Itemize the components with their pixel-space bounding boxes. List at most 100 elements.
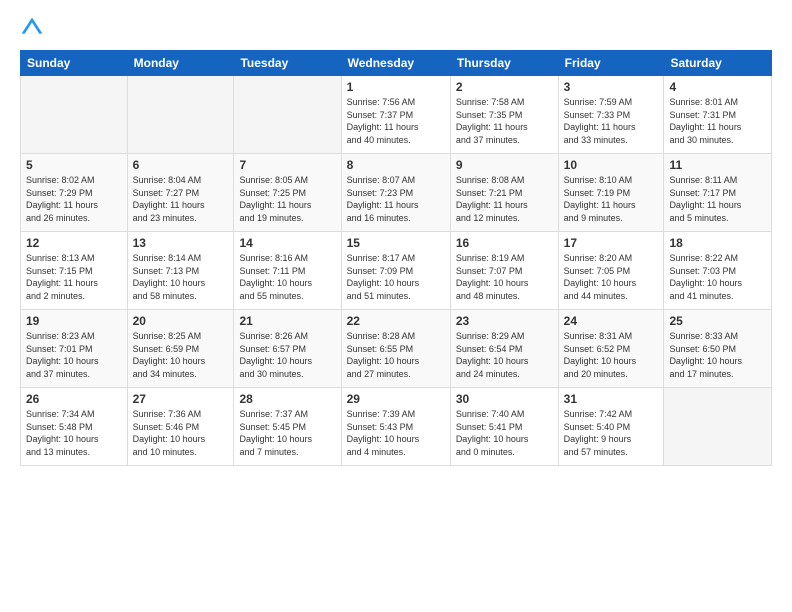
day-cell: 21Sunrise: 8:26 AM Sunset: 6:57 PM Dayli… [234, 310, 341, 388]
day-number: 12 [26, 236, 122, 250]
day-cell: 27 Sunrise: 7:36 AM Sunset: 5:46 PM Dayli… [127, 388, 234, 466]
logo [20, 16, 48, 40]
day-cell: 10Sunrise: 8:10 AM Sunset: 7:19 PM Dayli… [558, 154, 664, 232]
day-cell [234, 76, 341, 154]
day-info: Sunrise: 8:25 AM Sunset: 6:59 PM Dayligh… [133, 330, 229, 380]
day-cell: 31 Sunrise: 7:42 AM Sunset: 5:40 PM Dayli… [558, 388, 664, 466]
day-number: 7 [239, 158, 335, 172]
day-cell: 1 Sunrise: 7:56 AM Sunset: 7:37 PM Daylig… [341, 76, 450, 154]
day-cell: 19 Sunrise: 8:23 AM Sunset: 7:01 PM Dayli… [21, 310, 128, 388]
day-number: 17 [564, 236, 659, 250]
day-info: Sunrise: 7:39 AM Sunset: 5:43 PM Dayligh… [347, 408, 445, 458]
day-number: 20 [133, 314, 229, 328]
day-info: Sunrise: 8:16 AM Sunset: 7:11 PM Dayligh… [239, 252, 335, 302]
week-row-1: 1 Sunrise: 7:56 AM Sunset: 7:37 PM Daylig… [21, 76, 772, 154]
week-row-4: 19 Sunrise: 8:23 AM Sunset: 7:01 PM Dayli… [21, 310, 772, 388]
day-info: Sunrise: 8:22 AM Sunset: 7:03 PM Dayligh… [669, 252, 766, 302]
day-cell: 30 Sunrise: 7:40 AM Sunset: 5:41 PM Dayli… [450, 388, 558, 466]
day-info: Sunrise: 8:19 AM Sunset: 7:07 PM Dayligh… [456, 252, 553, 302]
day-cell: 25 Sunrise: 8:33 AM Sunset: 6:50 PM Dayli… [664, 310, 772, 388]
day-cell: 18 Sunrise: 8:22 AM Sunset: 7:03 PM Dayli… [664, 232, 772, 310]
day-cell: 29 Sunrise: 7:39 AM Sunset: 5:43 PM Dayli… [341, 388, 450, 466]
day-cell: 15 Sunrise: 8:17 AM Sunset: 7:09 PM Dayli… [341, 232, 450, 310]
week-row-2: 5 Sunrise: 8:02 AM Sunset: 7:29 PM Daylig… [21, 154, 772, 232]
day-number: 16 [456, 236, 553, 250]
day-info: Sunrise: 8:05 AM Sunset: 7:25 PM Dayligh… [239, 174, 335, 224]
day-cell: 14 Sunrise: 8:16 AM Sunset: 7:11 PM Dayli… [234, 232, 341, 310]
day-number: 9 [456, 158, 553, 172]
day-cell: 4 Sunrise: 8:01 AM Sunset: 7:31 PM Daylig… [664, 76, 772, 154]
day-info: Sunrise: 8:10 AM Sunset: 7:19 PM Dayligh… [564, 174, 659, 224]
day-cell: 8 Sunrise: 8:07 AM Sunset: 7:23 PM Daylig… [341, 154, 450, 232]
day-info: Sunrise: 8:01 AM Sunset: 7:31 PM Dayligh… [669, 96, 766, 146]
day-info: Sunrise: 8:14 AM Sunset: 7:13 PM Dayligh… [133, 252, 229, 302]
week-row-5: 26 Sunrise: 7:34 AM Sunset: 5:48 PM Dayli… [21, 388, 772, 466]
day-number: 31 [564, 392, 659, 406]
day-cell: 23 Sunrise: 8:29 AM Sunset: 6:54 PM Dayli… [450, 310, 558, 388]
day-number: 25 [669, 314, 766, 328]
day-info: Sunrise: 7:37 AM Sunset: 5:45 PM Dayligh… [239, 408, 335, 458]
day-info: Sunrise: 7:40 AM Sunset: 5:41 PM Dayligh… [456, 408, 553, 458]
day-cell [664, 388, 772, 466]
header-day-saturday: Saturday [664, 51, 772, 76]
day-number: 27 [133, 392, 229, 406]
day-cell: 20 Sunrise: 8:25 AM Sunset: 6:59 PM Dayli… [127, 310, 234, 388]
day-info: Sunrise: 8:28 AM Sunset: 6:55 PM Dayligh… [347, 330, 445, 380]
day-number: 29 [347, 392, 445, 406]
day-number: 23 [456, 314, 553, 328]
day-info: Sunrise: 7:36 AM Sunset: 5:46 PM Dayligh… [133, 408, 229, 458]
day-cell: 17 Sunrise: 8:20 AM Sunset: 7:05 PM Dayli… [558, 232, 664, 310]
day-number: 4 [669, 80, 766, 94]
day-cell: 2Sunrise: 7:58 AM Sunset: 7:35 PM Daylig… [450, 76, 558, 154]
day-info: Sunrise: 8:11 AM Sunset: 7:17 PM Dayligh… [669, 174, 766, 224]
day-number: 2 [456, 80, 553, 94]
header-day-thursday: Thursday [450, 51, 558, 76]
day-number: 1 [347, 80, 445, 94]
day-number: 26 [26, 392, 122, 406]
logo-icon [20, 16, 44, 40]
day-cell: 11 Sunrise: 8:11 AM Sunset: 7:17 PM Dayli… [664, 154, 772, 232]
day-cell: 28 Sunrise: 7:37 AM Sunset: 5:45 PM Dayli… [234, 388, 341, 466]
header-day-monday: Monday [127, 51, 234, 76]
day-info: Sunrise: 7:56 AM Sunset: 7:37 PM Dayligh… [347, 96, 445, 146]
day-number: 5 [26, 158, 122, 172]
day-cell: 3Sunrise: 7:59 AM Sunset: 7:33 PM Daylig… [558, 76, 664, 154]
day-number: 11 [669, 158, 766, 172]
day-info: Sunrise: 8:07 AM Sunset: 7:23 PM Dayligh… [347, 174, 445, 224]
calendar-table: SundayMondayTuesdayWednesdayThursdayFrid… [20, 50, 772, 466]
header-day-wednesday: Wednesday [341, 51, 450, 76]
day-info: Sunrise: 8:04 AM Sunset: 7:27 PM Dayligh… [133, 174, 229, 224]
day-info: Sunrise: 8:02 AM Sunset: 7:29 PM Dayligh… [26, 174, 122, 224]
day-cell: 13 Sunrise: 8:14 AM Sunset: 7:13 PM Dayli… [127, 232, 234, 310]
header-day-tuesday: Tuesday [234, 51, 341, 76]
day-cell: 7 Sunrise: 8:05 AM Sunset: 7:25 PM Daylig… [234, 154, 341, 232]
day-info: Sunrise: 8:20 AM Sunset: 7:05 PM Dayligh… [564, 252, 659, 302]
day-number: 15 [347, 236, 445, 250]
day-info: Sunrise: 7:34 AM Sunset: 5:48 PM Dayligh… [26, 408, 122, 458]
day-cell: 9Sunrise: 8:08 AM Sunset: 7:21 PM Daylig… [450, 154, 558, 232]
day-info: Sunrise: 8:26 AM Sunset: 6:57 PM Dayligh… [239, 330, 335, 380]
day-number: 14 [239, 236, 335, 250]
day-number: 13 [133, 236, 229, 250]
day-info: Sunrise: 7:59 AM Sunset: 7:33 PM Dayligh… [564, 96, 659, 146]
week-row-3: 12 Sunrise: 8:13 AM Sunset: 7:15 PM Dayli… [21, 232, 772, 310]
day-info: Sunrise: 8:17 AM Sunset: 7:09 PM Dayligh… [347, 252, 445, 302]
header [20, 16, 772, 40]
day-number: 18 [669, 236, 766, 250]
day-info: Sunrise: 8:29 AM Sunset: 6:54 PM Dayligh… [456, 330, 553, 380]
day-number: 19 [26, 314, 122, 328]
day-cell: 22Sunrise: 8:28 AM Sunset: 6:55 PM Dayli… [341, 310, 450, 388]
day-number: 28 [239, 392, 335, 406]
header-day-sunday: Sunday [21, 51, 128, 76]
day-info: Sunrise: 8:23 AM Sunset: 7:01 PM Dayligh… [26, 330, 122, 380]
day-number: 30 [456, 392, 553, 406]
day-info: Sunrise: 8:13 AM Sunset: 7:15 PM Dayligh… [26, 252, 122, 302]
day-info: Sunrise: 8:33 AM Sunset: 6:50 PM Dayligh… [669, 330, 766, 380]
day-cell: 6Sunrise: 8:04 AM Sunset: 7:27 PM Daylig… [127, 154, 234, 232]
day-number: 8 [347, 158, 445, 172]
day-info: Sunrise: 7:42 AM Sunset: 5:40 PM Dayligh… [564, 408, 659, 458]
day-info: Sunrise: 8:31 AM Sunset: 6:52 PM Dayligh… [564, 330, 659, 380]
day-cell: 26 Sunrise: 7:34 AM Sunset: 5:48 PM Dayli… [21, 388, 128, 466]
day-cell [21, 76, 128, 154]
day-cell: 24Sunrise: 8:31 AM Sunset: 6:52 PM Dayli… [558, 310, 664, 388]
